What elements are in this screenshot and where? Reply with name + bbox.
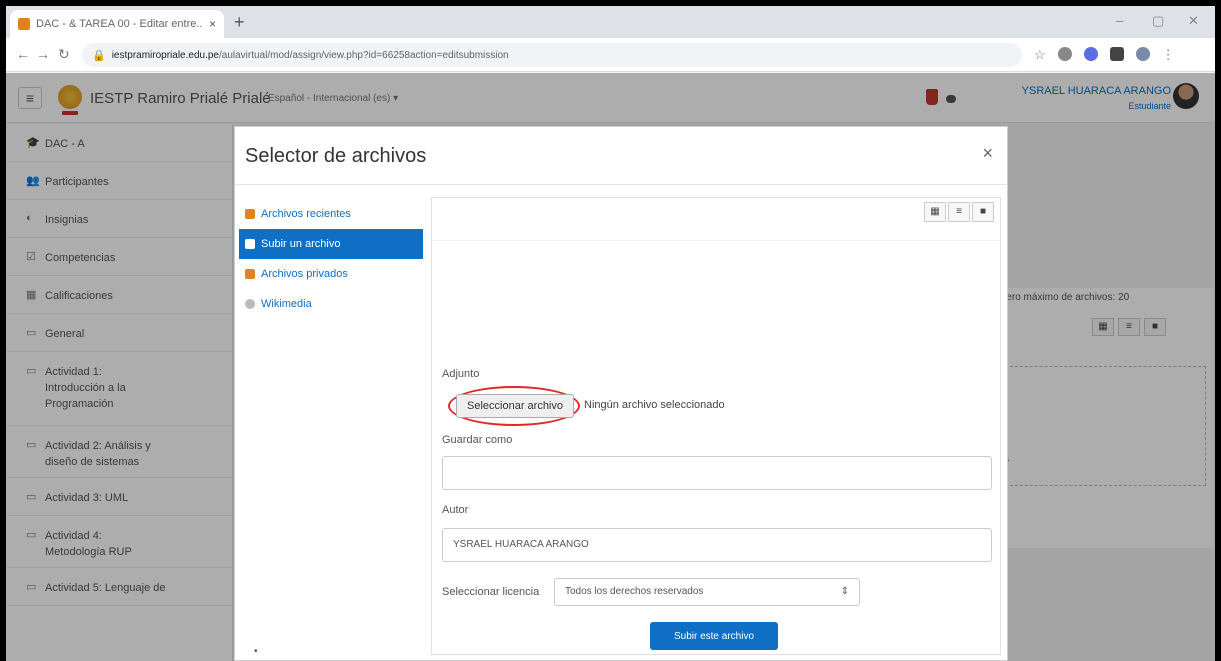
browser-tab[interactable]: DAC - & TAREA 00 - Editar entre... × <box>10 10 224 38</box>
reload-icon[interactable]: ↻ <box>58 46 70 63</box>
browser-toolbar: ← → ↻ 🔒 iestpramiropriale.edu.pe/aulavir… <box>6 38 1215 72</box>
extensions-bar: ☆ ⋮ <box>1034 47 1175 63</box>
list-view-icon[interactable]: ≡ <box>948 202 970 222</box>
license-value: Todos los derechos reservados <box>565 586 704 597</box>
puzzle-icon[interactable] <box>1109 47 1124 61</box>
license-select[interactable]: Todos los derechos reservados ⇕ <box>554 578 860 606</box>
repo-wikimedia[interactable]: Wikimedia <box>239 289 423 319</box>
back-icon[interactable]: ← <box>16 46 30 62</box>
repo-recent-files[interactable]: Archivos recientes <box>239 199 423 229</box>
divider <box>432 240 1000 241</box>
attachment-label: Adjunto <box>442 368 480 380</box>
repository-list: Archivos recientes Subir un archivo Arch… <box>239 199 423 319</box>
browser-window: DAC - & TAREA 00 - Editar entre... × + –… <box>6 6 1215 661</box>
repo-upload-file[interactable]: Subir un archivo <box>239 229 423 259</box>
grid-view-icon[interactable]: ▦ <box>924 202 946 222</box>
choose-file-button[interactable]: Seleccionar archivo <box>456 394 574 418</box>
dialog-header: Selector de archivos × <box>235 127 1007 185</box>
star-icon[interactable]: ☆ <box>1034 47 1046 63</box>
dialog-title: Selector de archivos <box>245 145 427 167</box>
lock-icon: 🔒 <box>92 49 106 62</box>
menu-dots-icon[interactable]: ⋮ <box>1162 47 1175 63</box>
recent-files-icon <box>245 209 255 219</box>
save-as-input[interactable] <box>442 456 992 490</box>
upload-panel: ▦ ≡ ■ Adjunto Seleccionar archivo Ningún… <box>431 197 1001 655</box>
minimize-button[interactable]: – <box>1116 13 1123 28</box>
author-input[interactable]: YSRAEL HUARACA ARANGO <box>442 528 992 562</box>
more-icon[interactable]: • <box>254 646 258 657</box>
select-arrow-icon: ⇕ <box>840 586 849 597</box>
close-icon[interactable]: × <box>982 143 993 164</box>
private-files-icon <box>245 269 255 279</box>
tab-title: DAC - & TAREA 00 - Editar entre... <box>36 18 203 30</box>
no-file-text: Ningún archivo seleccionado <box>584 399 725 411</box>
url-text: iestpramiropriale.edu.pe/aulavirtual/mod… <box>111 49 509 61</box>
upload-file-button[interactable]: Subir este archivo <box>650 622 778 650</box>
view-buttons: ▦ ≡ ■ <box>924 202 994 222</box>
file-picker-dialog: Selector de archivos × Archivos reciente… <box>234 126 1008 661</box>
upload-icon <box>245 239 255 249</box>
profile-icon[interactable] <box>1135 47 1150 61</box>
repo-private-files[interactable]: Archivos privados <box>239 259 423 289</box>
close-window-button[interactable]: ✕ <box>1188 13 1199 29</box>
maximize-button[interactable]: ▢ <box>1152 13 1164 29</box>
tab-close-icon[interactable]: × <box>209 17 216 31</box>
save-as-label: Guardar como <box>442 434 513 446</box>
wikimedia-icon <box>245 299 255 309</box>
license-label: Seleccionar licencia <box>442 586 540 598</box>
forward-icon[interactable]: → <box>36 46 50 62</box>
author-label: Autor <box>442 504 469 516</box>
new-tab-button[interactable]: + <box>234 12 245 33</box>
folder-view-icon[interactable]: ■ <box>972 202 994 222</box>
extension-icon[interactable] <box>1083 47 1098 61</box>
tab-strip: DAC - & TAREA 00 - Editar entre... × + –… <box>6 6 1215 38</box>
moodle-favicon-icon <box>18 18 30 30</box>
extension-icon[interactable] <box>1057 47 1072 61</box>
address-bar[interactable]: 🔒 iestpramiropriale.edu.pe/aulavirtual/m… <box>82 43 1022 67</box>
